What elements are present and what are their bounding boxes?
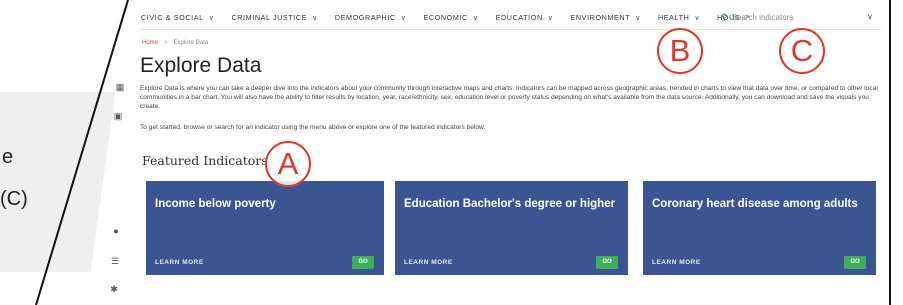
panel-edge-line (35, 0, 129, 305)
